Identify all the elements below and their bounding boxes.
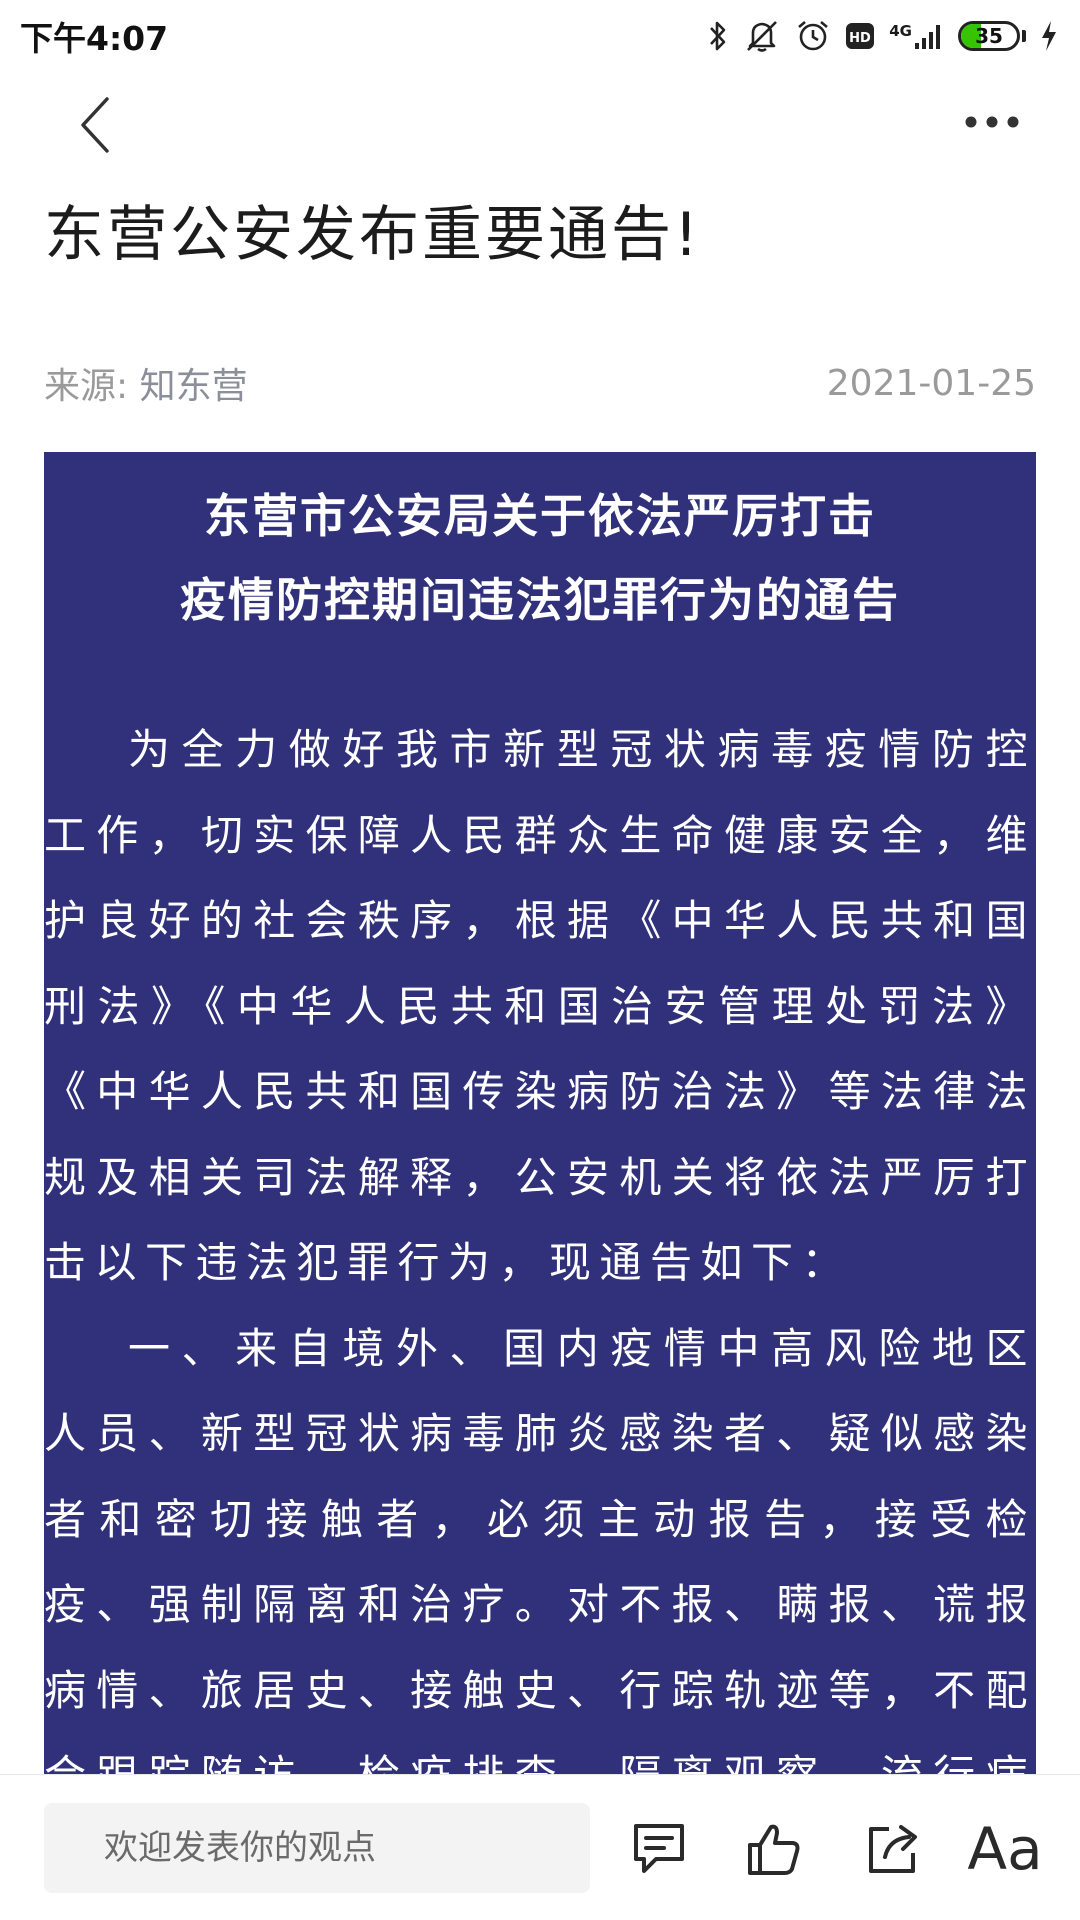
battery-level: 35 <box>975 24 1003 48</box>
article-date: 2021-01-25 <box>826 362 1036 404</box>
bluetooth-icon <box>707 19 729 53</box>
like-icon <box>748 1824 800 1875</box>
article-source: 来源: 知东营 <box>44 357 248 409</box>
font-size-icon: Aa <box>967 1815 1043 1883</box>
comment-button[interactable] <box>623 1813 695 1885</box>
source-label: 来源: <box>44 366 129 407</box>
mute-icon <box>743 19 781 53</box>
hd-icon: HD <box>845 21 875 51</box>
back-button[interactable] <box>60 90 130 160</box>
charging-icon <box>1040 20 1058 52</box>
comment-input[interactable] <box>44 1803 590 1893</box>
like-button[interactable] <box>738 1813 810 1885</box>
network-type: 4G <box>889 22 912 40</box>
chevron-left-icon <box>81 97 109 153</box>
status-time: 下午4:07 <box>20 19 169 58</box>
font-size-button[interactable]: Aa <box>960 1813 1050 1885</box>
alarm-icon <box>795 18 831 54</box>
bottom-action-bar: Aa <box>0 1774 1080 1920</box>
notice-heading-line-1: 东营市公安局关于依法严厉打击 <box>204 489 876 543</box>
article-title: 东营公安发布重要通告! <box>44 200 702 270</box>
status-icons: HD 4G 35 <box>707 18 1058 54</box>
status-bar: 下午4:07 HD 4G 35 <box>0 0 1080 72</box>
notice-paragraph-1: 为全力做好我市新型冠状病毒疫情防控工作，切实保障人民群众生命健康安全，维护良好的… <box>44 725 1036 1287</box>
more-horizontal-icon <box>965 116 1019 128</box>
notice-image: 东营市公安局关于依法严厉打击 疫情防控期间违法犯罪行为的通告 为全力做好我市新型… <box>44 452 1036 1774</box>
battery-icon: 35 <box>958 21 1026 51</box>
source-name[interactable]: 知东营 <box>140 366 248 407</box>
notice-paragraph-2: 一、来自境外、国内疫情中高风险地区人员、新型冠状病毒肺炎感染者、疑似感染者和密切… <box>44 1323 1036 1775</box>
signal-icon: 4G <box>889 21 944 51</box>
share-icon <box>869 1825 917 1873</box>
article-meta: 来源: 知东营 2021-01-25 <box>44 358 1036 408</box>
notice-body: 为全力做好我市新型冠状病毒疫情防控工作，切实保障人民群众生命健康安全，维护良好的… <box>44 707 1036 1774</box>
notice-heading: 东营市公安局关于依法严厉打击 疫情防控期间违法犯罪行为的通告 <box>44 474 1036 642</box>
share-button[interactable] <box>858 1813 930 1885</box>
notice-heading-line-2: 疫情防控期间违法犯罪行为的通告 <box>180 573 900 627</box>
comment-icon <box>634 1824 684 1873</box>
svg-text:HD: HD <box>849 31 871 46</box>
more-button[interactable] <box>952 97 1032 147</box>
nav-bar <box>0 72 1080 180</box>
